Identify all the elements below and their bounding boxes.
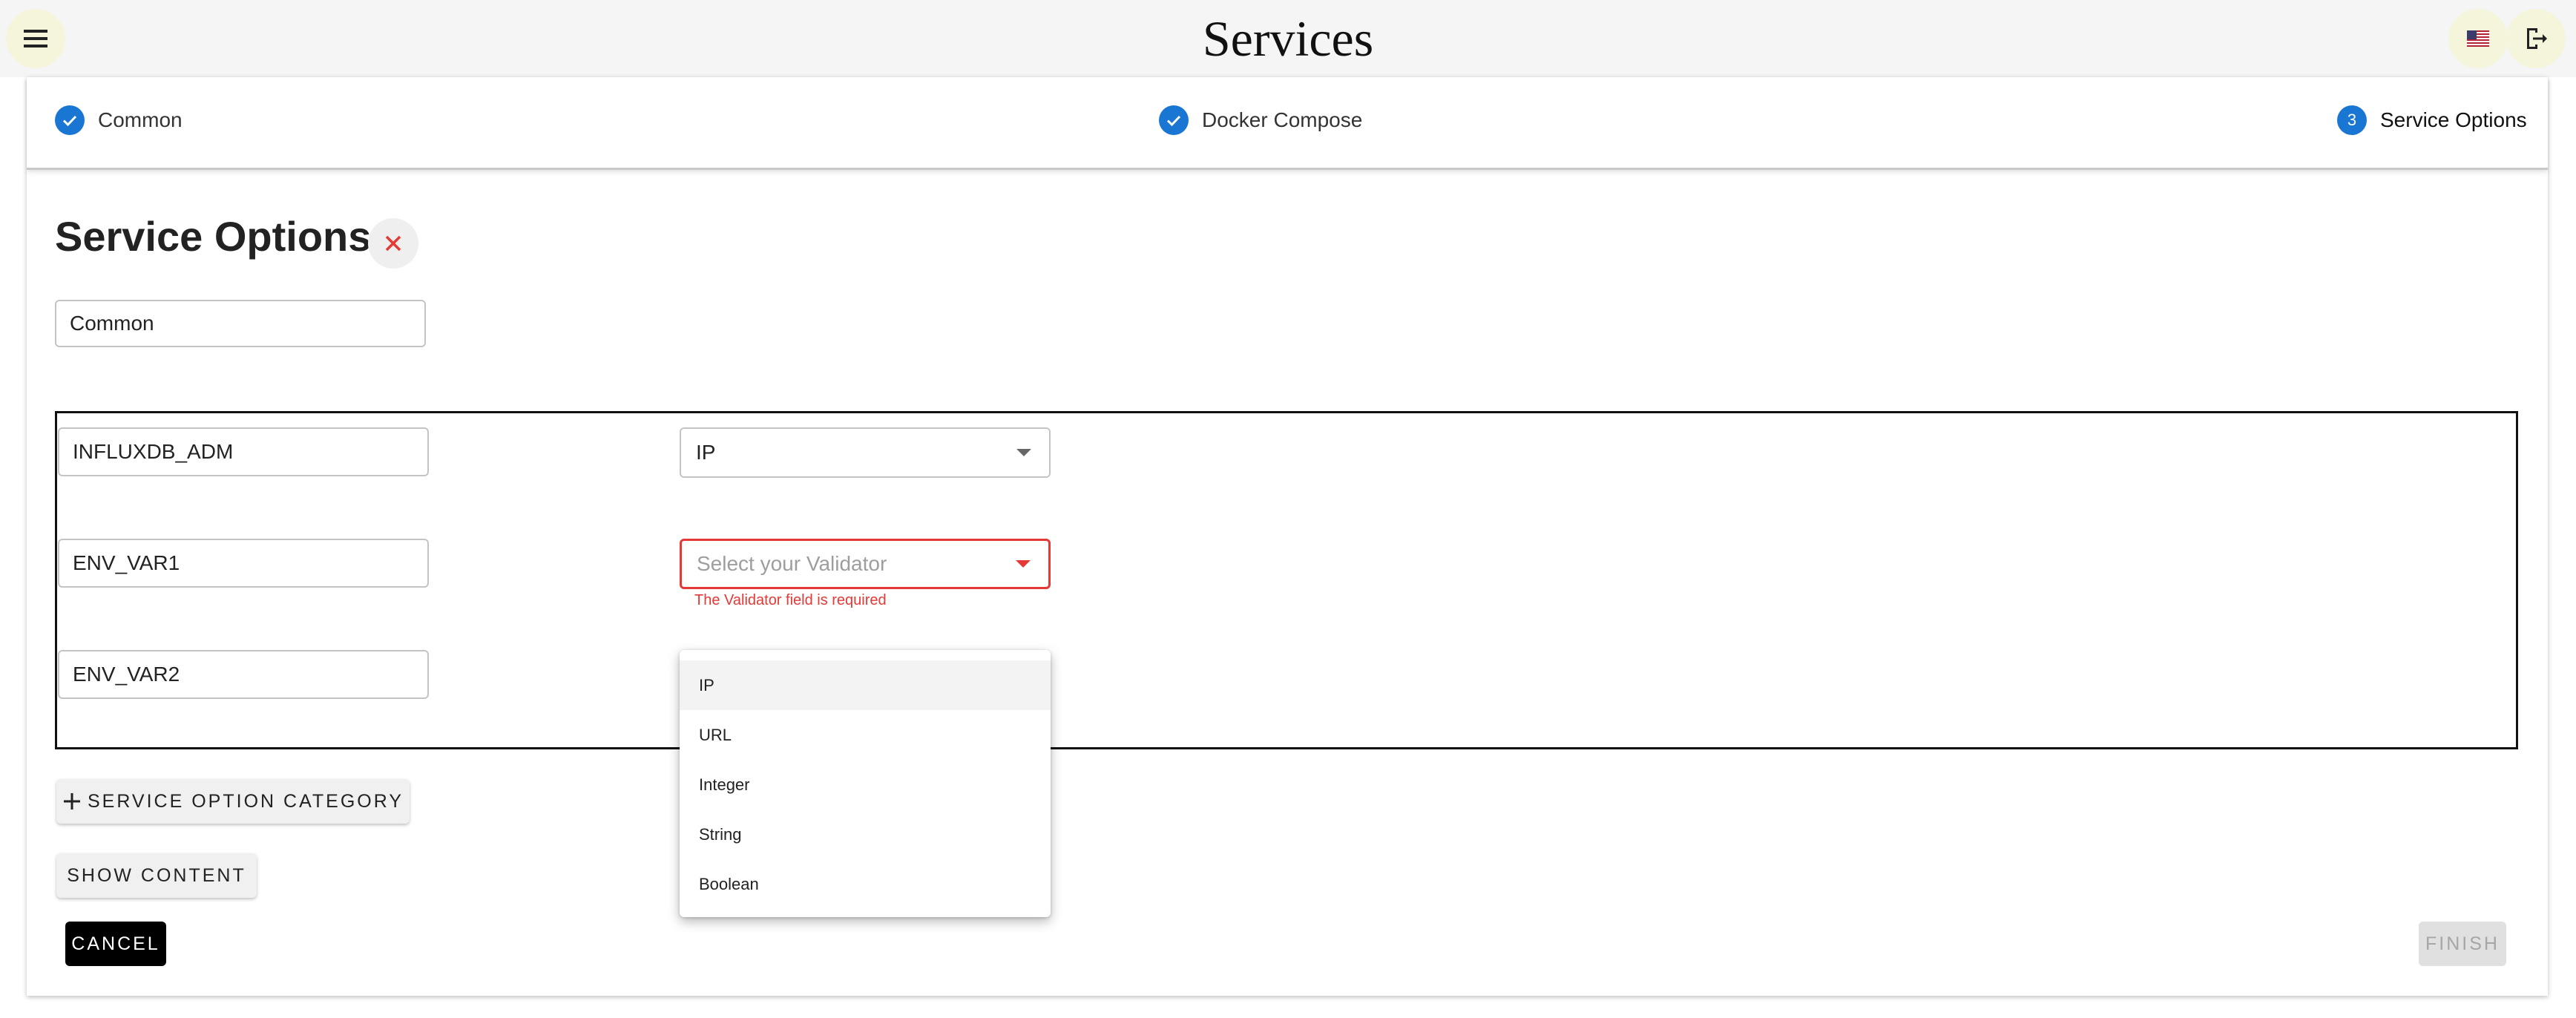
- menu-item-ip[interactable]: IP: [680, 660, 1051, 710]
- step-common[interactable]: Common: [55, 105, 183, 135]
- show-content-label: Show content: [67, 864, 246, 886]
- menu-item-url[interactable]: URL: [680, 710, 1051, 760]
- step-service-options[interactable]: 3 Service Options: [2337, 105, 2527, 135]
- remove-section-button[interactable]: [368, 218, 418, 269]
- dropdown-caret-icon: [1016, 449, 1031, 456]
- validator-value: IP: [696, 441, 716, 464]
- add-category-button[interactable]: Service option category: [56, 779, 410, 824]
- logout-icon: [2527, 28, 2547, 49]
- finish-label: Finish: [2425, 933, 2500, 954]
- plus-icon: [63, 793, 80, 810]
- add-category-label: Service option category: [87, 790, 404, 812]
- check-icon: [1159, 105, 1189, 135]
- stepper: Common Docker Compose 3 Service Options: [27, 77, 2548, 170]
- app-title: Services: [1202, 10, 1374, 67]
- menu-item-boolean[interactable]: Boolean: [680, 859, 1051, 909]
- section-title: Service Options: [55, 213, 372, 260]
- cancel-label: Cancel: [71, 933, 160, 954]
- logout-button[interactable]: [2506, 9, 2566, 68]
- app-header: Services: [0, 0, 2576, 77]
- step-label: Docker Compose: [1202, 108, 1363, 131]
- finish-button[interactable]: Finish: [2419, 922, 2506, 966]
- check-icon: [55, 105, 85, 135]
- step-docker-compose[interactable]: Docker Compose: [1159, 105, 1362, 135]
- us-flag-icon: [2467, 30, 2489, 47]
- option-name-input[interactable]: INFLUXDB_ADM: [58, 427, 429, 476]
- validator-select[interactable]: IP: [680, 427, 1051, 478]
- validator-dropdown-menu: IP URL Integer String Boolean: [680, 650, 1051, 917]
- validator-select[interactable]: Select your Validator: [680, 539, 1051, 589]
- category-name-input[interactable]: Common: [55, 300, 426, 347]
- step-number: 3: [2337, 105, 2367, 135]
- close-icon: [385, 235, 401, 252]
- show-content-button[interactable]: Show content: [56, 853, 257, 898]
- cancel-button[interactable]: Cancel: [65, 922, 166, 966]
- validator-placeholder: Select your Validator: [697, 552, 887, 575]
- step-label: Common: [98, 108, 183, 131]
- option-name-input[interactable]: ENV_VAR1: [58, 539, 429, 588]
- menu-item-string[interactable]: String: [680, 810, 1051, 859]
- dropdown-caret-icon: [1016, 560, 1031, 568]
- option-name-input[interactable]: ENV_VAR2: [58, 650, 429, 699]
- menu-item-integer[interactable]: Integer: [680, 760, 1051, 810]
- language-button[interactable]: [2448, 9, 2508, 68]
- step-label: Service Options: [2380, 108, 2527, 131]
- validator-error-text: The Validator field is required: [694, 592, 887, 608]
